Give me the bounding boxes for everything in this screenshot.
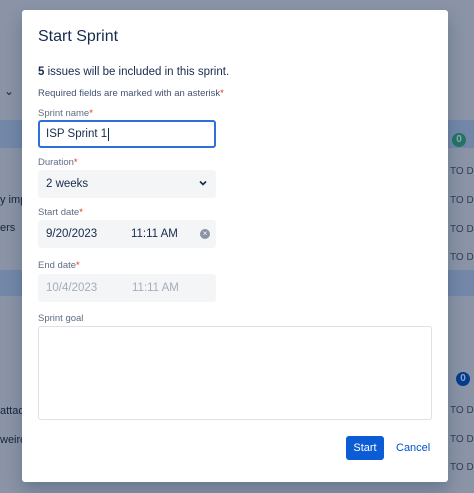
required-asterisk: *	[73, 157, 78, 168]
duration-label: Duration*	[38, 157, 78, 168]
sprint-name-label-text: Sprint name	[38, 108, 90, 119]
sprint-name-value: ISP Sprint 1	[46, 128, 108, 140]
issues-text: issues will be included in this sprint.	[47, 66, 230, 78]
start-date-value[interactable]: 9/20/2023	[46, 228, 131, 240]
clear-icon[interactable]: ×	[200, 229, 210, 239]
required-note-text: Required fields are marked with an aster…	[38, 88, 221, 99]
sprint-name-label: Sprint name*	[38, 108, 93, 119]
start-sprint-dialog: Start Sprint 5 issues will be included i…	[22, 10, 448, 482]
end-time-value: 11:11 AM	[132, 282, 179, 294]
end-date-picker: 10/4/2023 11:11 AM	[38, 274, 216, 302]
issues-count: 5	[38, 66, 45, 78]
dialog-title: Start Sprint	[38, 28, 119, 45]
duration-label-text: Duration	[38, 157, 74, 168]
start-time-value[interactable]: 11:11 AM	[131, 228, 200, 240]
end-date-value: 10/4/2023	[46, 282, 98, 294]
required-asterisk: *	[220, 88, 224, 99]
end-date-label-text: End date	[38, 260, 77, 271]
sprint-goal-label: Sprint goal	[38, 313, 84, 324]
required-asterisk: *	[89, 108, 93, 119]
required-asterisk: *	[79, 207, 83, 218]
duration-select[interactable]: 2 weeks	[38, 170, 216, 198]
chevron-down-icon	[198, 178, 208, 191]
required-asterisk: *	[76, 260, 80, 271]
cancel-button[interactable]: Cancel	[392, 436, 434, 460]
duration-value: 2 weeks	[46, 178, 89, 190]
required-fields-note: Required fields are marked with an aster…	[38, 88, 224, 99]
start-button[interactable]: Start	[346, 436, 384, 460]
end-date-label: End date*	[38, 260, 80, 271]
start-date-label: Start date*	[38, 207, 83, 218]
issues-summary: 5 issues will be included in this sprint…	[38, 66, 229, 78]
start-date-picker[interactable]: 9/20/2023 11:11 AM ×	[38, 220, 216, 248]
sprint-goal-textarea[interactable]	[38, 326, 432, 420]
sprint-name-input[interactable]: ISP Sprint 1	[38, 120, 216, 148]
text-caret	[108, 127, 110, 141]
start-date-label-text: Start date	[38, 207, 80, 218]
